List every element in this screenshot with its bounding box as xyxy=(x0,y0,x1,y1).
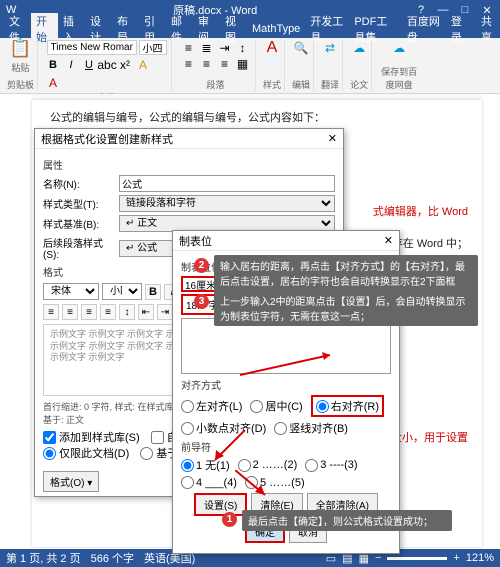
doc-text-line: 公式的编辑与编号，公式的编辑与编号，公式内容如下： xyxy=(50,110,464,128)
doc-aside1: 式编辑器，比 Word xyxy=(373,204,468,222)
doc-aside2: 存在 Word 中； xyxy=(392,236,468,254)
dialog1-close-icon[interactable]: ✕ xyxy=(328,132,337,145)
align-center-icon[interactable]: ≡ xyxy=(199,56,215,72)
callout-num-3: 3 xyxy=(194,294,209,309)
fmt-size-select[interactable]: 小四 xyxy=(102,283,142,300)
callout-num-1: 1 xyxy=(222,512,237,527)
align-bar-radio[interactable] xyxy=(274,422,287,435)
latex-icon[interactable]: ☁ xyxy=(351,40,367,56)
styles-icon[interactable]: A xyxy=(264,40,280,56)
shading-icon[interactable]: ▦ xyxy=(235,56,251,72)
find-icon[interactable]: 🔍 xyxy=(293,40,309,56)
align-right-radio[interactable] xyxy=(316,400,329,413)
align-decimal-radio[interactable] xyxy=(181,422,194,435)
paste-icon[interactable]: 📋 xyxy=(13,40,29,56)
clipboard-label: 剪贴板 xyxy=(7,78,34,91)
align-left-icon[interactable]: ≡ xyxy=(181,56,197,72)
bold-icon[interactable]: B xyxy=(45,57,61,73)
arrow-to-ok xyxy=(235,470,275,500)
callout-num-2: 2 xyxy=(194,258,209,273)
template-radio[interactable] xyxy=(140,447,153,460)
font-group: B I U abc x² A A 字体 xyxy=(42,40,172,91)
align-j-icon[interactable]: ≡ xyxy=(100,304,116,320)
font-name-input[interactable] xyxy=(47,40,137,55)
signin-link[interactable]: 登录 xyxy=(446,13,470,45)
auto-update-check[interactable] xyxy=(151,431,164,444)
baidu-group: ☁ 保存到百度网盘 xyxy=(376,40,422,91)
clipboard-group: 📋 粘贴 剪贴板 xyxy=(4,40,38,91)
align-center-radio[interactable] xyxy=(250,400,263,413)
editing-group: 🔍 编辑 xyxy=(289,40,314,91)
baidu-label: 保存到百度网盘 xyxy=(379,65,419,91)
name-label: 名称(N): xyxy=(43,176,115,191)
ribbon-tabs: 文件 开始 插入 设计 布局 引用 邮件 审阅 视图 MathType 开发工具… xyxy=(0,20,500,38)
share-button[interactable]: 共享 xyxy=(476,13,500,45)
italic-icon[interactable]: I xyxy=(63,57,79,73)
doc-only-radio[interactable] xyxy=(43,447,56,460)
name-input[interactable] xyxy=(119,175,335,192)
next-label: 后续段落样式(S): xyxy=(43,235,115,261)
sort-icon[interactable]: ↕ xyxy=(235,40,251,56)
baidu-icon[interactable]: ☁ xyxy=(391,40,407,56)
ribbon: 📋 粘贴 剪贴板 B I U abc x² A A 字体 ≡ ≣ ⇥ ↕ ≡ ≡… xyxy=(0,38,500,94)
spacing-icon[interactable]: ↕ xyxy=(119,304,135,320)
latex-group: ☁ 论文 xyxy=(347,40,372,91)
arrow-to-set xyxy=(210,430,250,470)
align-r-icon[interactable]: ≡ xyxy=(81,304,97,320)
font-size-input[interactable] xyxy=(139,40,167,55)
arrow-to-right-align xyxy=(240,350,340,380)
indent-icon[interactable]: ⇥ xyxy=(217,40,233,56)
align-right-icon[interactable]: ≡ xyxy=(217,56,233,72)
zoom-level[interactable]: 121% xyxy=(466,552,494,564)
zoom-in-icon[interactable]: + xyxy=(453,552,459,564)
type-label: 样式类型(T): xyxy=(43,196,115,211)
underline-icon[interactable]: U xyxy=(81,57,97,73)
strike-icon[interactable]: abc xyxy=(99,57,115,73)
font-color-icon[interactable]: A xyxy=(45,75,61,91)
bullets-icon[interactable]: ≡ xyxy=(181,40,197,56)
page-status[interactable]: 第 1 页, 共 2 页 xyxy=(6,550,81,566)
type-select[interactable]: 链接段落和字符 xyxy=(119,195,335,212)
latex-label: 论文 xyxy=(350,78,368,91)
para-group-label: 段落 xyxy=(207,78,225,91)
zoom-slider[interactable] xyxy=(387,557,447,560)
align-left-radio[interactable] xyxy=(181,400,194,413)
fmt-font-select[interactable]: 宋体 xyxy=(43,283,99,300)
add-gallery-check[interactable] xyxy=(43,431,56,444)
attr-section: 属性 xyxy=(43,157,335,172)
fmt-bold-icon[interactable]: B xyxy=(145,284,161,300)
lead1-radio[interactable] xyxy=(181,459,194,472)
callout-1: 最后点击【确定】，则公式格式设置成功； xyxy=(242,510,452,531)
translate-icon[interactable]: ⇄ xyxy=(322,40,338,56)
numbering-icon[interactable]: ≣ xyxy=(199,40,215,56)
highlight-icon[interactable]: A xyxy=(135,57,151,73)
styles-group: A 样式 xyxy=(260,40,285,91)
lead3-radio[interactable] xyxy=(305,459,318,472)
tab-mathtype[interactable]: MathType xyxy=(247,23,305,35)
paragraph-group: ≡ ≣ ⇥ ↕ ≡ ≡ ≡ ▦ 段落 xyxy=(176,40,256,91)
translate-label: 翻译 xyxy=(321,78,339,91)
base-label: 样式基准(B): xyxy=(43,216,115,231)
edit-label: 编辑 xyxy=(292,78,310,91)
super-icon[interactable]: x² xyxy=(117,57,133,73)
align-l-icon[interactable]: ≡ xyxy=(43,304,59,320)
format-dropdown-button[interactable]: 格式(O) ▾ xyxy=(43,471,99,492)
word-count[interactable]: 566 个字 xyxy=(91,550,134,566)
dialog2-title: 制表位 xyxy=(179,233,212,249)
indent-r-icon[interactable]: ⇥ xyxy=(157,304,173,320)
callout-3: 上一步输入2中的距离点击【设置】后，会自动转换显示为制表位字符，无需在意这一点； xyxy=(214,290,478,326)
translate-group: ⇄ 翻译 xyxy=(318,40,343,91)
dialog1-title: 根据格式化设置创建新样式 xyxy=(41,131,173,147)
dialog2-title-bar[interactable]: 制表位 ✕ xyxy=(173,231,399,251)
align-c-icon[interactable]: ≡ xyxy=(62,304,78,320)
paste-label: 粘贴 xyxy=(12,61,30,74)
dialog2-close-icon[interactable]: ✕ xyxy=(384,234,393,247)
lead4-radio[interactable] xyxy=(181,476,194,489)
indent-l-icon[interactable]: ⇤ xyxy=(138,304,154,320)
styles-label: 样式 xyxy=(263,78,281,91)
dialog1-title-bar[interactable]: 根据格式化设置创建新样式 ✕ xyxy=(35,129,343,149)
